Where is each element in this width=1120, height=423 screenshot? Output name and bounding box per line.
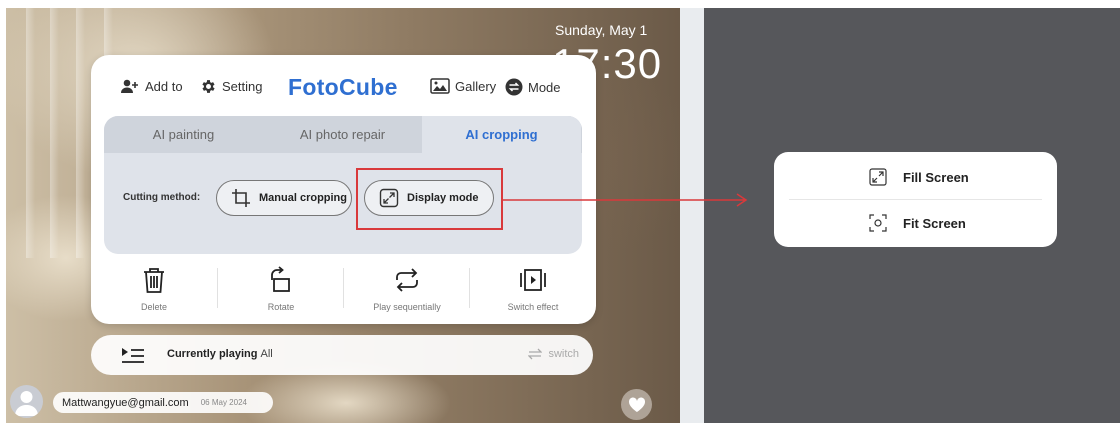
fit-screen-option[interactable]: Fit Screen [869, 214, 966, 232]
tab-ai-cropping[interactable]: AI cropping [422, 116, 581, 153]
photo-date: 06 May 2024 [200, 398, 247, 407]
manual-cropping-label: Manual cropping [259, 192, 347, 204]
now-playing-title: Currently playing All [167, 348, 273, 360]
divider-gap [680, 8, 704, 423]
tab-ai-photo-repair[interactable]: AI photo repair [263, 116, 422, 153]
avatar[interactable] [10, 385, 43, 418]
display-mode-menu: Fill Screen Fit Screen [774, 152, 1057, 247]
brand-logo: FotoCube [288, 74, 398, 100]
delete-button[interactable]: Delete [91, 262, 217, 317]
delete-label: Delete [140, 302, 167, 312]
action-bar: Delete Rotate Play sequentially Switch e… [91, 262, 596, 317]
gear-icon [202, 80, 215, 93]
switch-button[interactable]: switch [528, 348, 579, 360]
now-playing-bar[interactable]: Currently playing All switch [91, 335, 593, 375]
display-mode-highlight [356, 168, 503, 230]
rotate-icon [271, 266, 290, 292]
crop-icon [232, 189, 250, 207]
curtain-fold [50, 8, 59, 258]
add-to-label: Add to [145, 78, 183, 94]
playlist-icon [122, 348, 144, 363]
ai-tools-section: AI painting AI photo repair AI cropping … [104, 116, 582, 254]
fill-screen-label: Fill Screen [903, 169, 969, 185]
now-playing-label: Currently playing [167, 348, 258, 360]
switch-effect-button[interactable]: Switch effect [470, 262, 596, 317]
now-playing-value: All [260, 348, 273, 360]
add-to-button[interactable]: Add to [120, 78, 183, 94]
rotate-button[interactable]: Rotate [218, 262, 344, 317]
fit-screen-icon [869, 214, 887, 232]
swap-icon [505, 78, 523, 96]
setting-label: Setting [222, 79, 263, 94]
setting-button[interactable]: Setting [200, 78, 262, 95]
menu-separator [789, 199, 1042, 200]
cutting-method-label: Cutting method: [123, 192, 201, 203]
switch-effect-icon [520, 269, 546, 291]
rotate-label: Rotate [267, 302, 295, 312]
callout-arrow [503, 193, 748, 207]
user-email: Mattwangyue@gmail.com [62, 396, 189, 409]
loop-icon [396, 268, 418, 292]
control-panel: Add to Setting FotoCube Gallery Mode AI … [91, 55, 596, 324]
user-icon [15, 391, 38, 416]
heart-icon [628, 396, 645, 412]
trash-icon [144, 268, 164, 293]
mode-button[interactable]: Mode [505, 78, 561, 96]
switch-effect-label: Switch effect [507, 302, 559, 312]
play-sequentially-label: Play sequentially [373, 302, 441, 312]
play-sequentially-button[interactable]: Play sequentially [344, 262, 470, 317]
fit-screen-label: Fit Screen [903, 215, 966, 231]
mode-label: Mode [528, 79, 561, 95]
gallery-button[interactable]: Gallery [430, 78, 496, 94]
tab-ai-painting[interactable]: AI painting [104, 116, 263, 153]
ai-tab-bar: AI painting AI photo repair AI cropping [104, 116, 582, 153]
add-user-icon [121, 79, 138, 93]
favorite-button[interactable] [621, 389, 652, 420]
curtain-fold [26, 8, 35, 258]
gallery-icon [430, 78, 450, 94]
manual-cropping-button[interactable]: Manual cropping [216, 180, 352, 216]
fill-screen-option[interactable]: Fill Screen [869, 168, 969, 186]
curtain-fold [76, 8, 85, 258]
switch-arrows-icon [528, 348, 543, 360]
clock-date: Sunday, May 1 [555, 22, 648, 38]
switch-label: switch [548, 348, 579, 360]
fill-screen-icon [869, 168, 887, 186]
gallery-label: Gallery [455, 78, 497, 94]
user-info: Mattwangyue@gmail.com 06 May 2024 [53, 392, 273, 413]
